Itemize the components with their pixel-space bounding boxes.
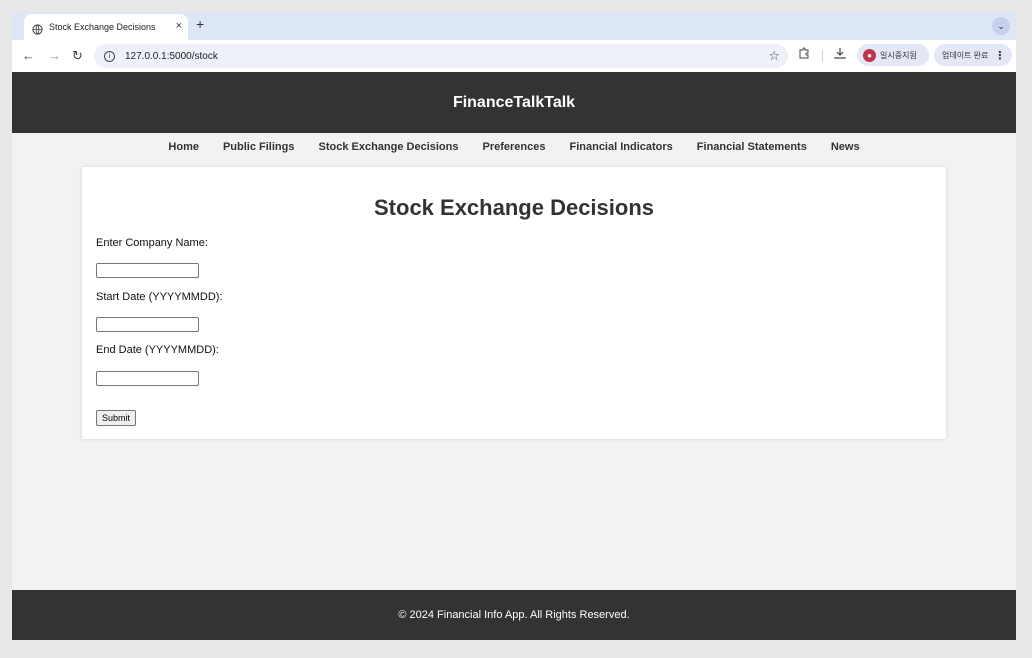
toolbar-divider (822, 50, 823, 62)
browser-toolbar: ← → ↻ i 127.0.0.1:5000/stock ☆ ● 일시중지됨 업… (12, 40, 1016, 72)
end-date-label: End Date (YYYYMMDD): (96, 344, 219, 356)
tab-title: Stock Exchange Decisions (49, 22, 156, 32)
submit-button[interactable]: Submit (96, 410, 136, 426)
footer-copyright: © 2024 Financial Info App. All Rights Re… (398, 609, 630, 621)
profile-button[interactable]: ● 일시중지됨 (857, 44, 929, 66)
main-nav: Home Public Filings Stock Exchange Decis… (12, 133, 1016, 161)
tab-search-dropdown-icon[interactable]: ⌄ (992, 17, 1010, 35)
reload-icon[interactable]: ↻ (72, 48, 83, 64)
stock-form-card: Stock Exchange Decisions Enter Company N… (82, 167, 946, 439)
nav-link-financial-indicators[interactable]: Financial Indicators (569, 141, 672, 153)
address-bar[interactable]: i 127.0.0.1:5000/stock ☆ (94, 44, 788, 68)
tab-stock-exchange-decisions[interactable]: Stock Exchange Decisions × (24, 14, 188, 40)
site-title: FinanceTalkTalk (452, 93, 576, 111)
start-date-input[interactable] (96, 317, 199, 332)
info-icon[interactable]: i (104, 50, 115, 62)
start-date-label: Start Date (YYYYMMDD): (96, 291, 223, 303)
company-name-label: Enter Company Name: (96, 237, 208, 249)
update-text: 업데이트 완료 (942, 50, 989, 60)
company-name-input[interactable] (96, 263, 199, 278)
end-date-input[interactable] (96, 371, 199, 386)
tab-strip: Stock Exchange Decisions × + ⌄ (12, 12, 1016, 40)
page-title: Stock Exchange Decisions (374, 195, 654, 220)
download-icon[interactable] (834, 47, 846, 63)
update-button[interactable]: 업데이트 완료 ⋮ (934, 44, 1012, 66)
nav-link-news[interactable]: News (831, 141, 860, 153)
forward-arrow-icon[interactable]: → (48, 48, 61, 64)
nav-link-stock-exchange-decisions[interactable]: Stock Exchange Decisions (318, 141, 458, 153)
star-icon[interactable]: ☆ (768, 48, 780, 64)
site-header: FinanceTalkTalk (12, 72, 1016, 133)
nav-link-home[interactable]: Home (168, 141, 199, 153)
nav-link-financial-statements[interactable]: Financial Statements (697, 141, 807, 153)
profile-status-text: 일시중지됨 (880, 50, 917, 60)
web-page: FinanceTalkTalk Home Public Filings Stoc… (12, 72, 1016, 640)
site-footer: © 2024 Financial Info App. All Rights Re… (12, 590, 1016, 640)
avatar-icon: ● (863, 48, 876, 62)
close-icon[interactable]: × (176, 20, 182, 32)
nav-link-public-filings[interactable]: Public Filings (223, 141, 295, 153)
back-arrow-icon[interactable]: ← (22, 48, 35, 64)
globe-icon (32, 22, 43, 35)
new-tab-button[interactable]: + (196, 16, 204, 32)
extensions-icon[interactable] (798, 47, 810, 63)
url-text[interactable]: 127.0.0.1:5000/stock (125, 51, 218, 62)
browser-window: Stock Exchange Decisions × + ⌄ ← → ↻ i 1… (12, 12, 1016, 640)
menu-kebab-icon[interactable]: ⋮ (994, 49, 1005, 62)
nav-link-preferences[interactable]: Preferences (482, 141, 545, 153)
